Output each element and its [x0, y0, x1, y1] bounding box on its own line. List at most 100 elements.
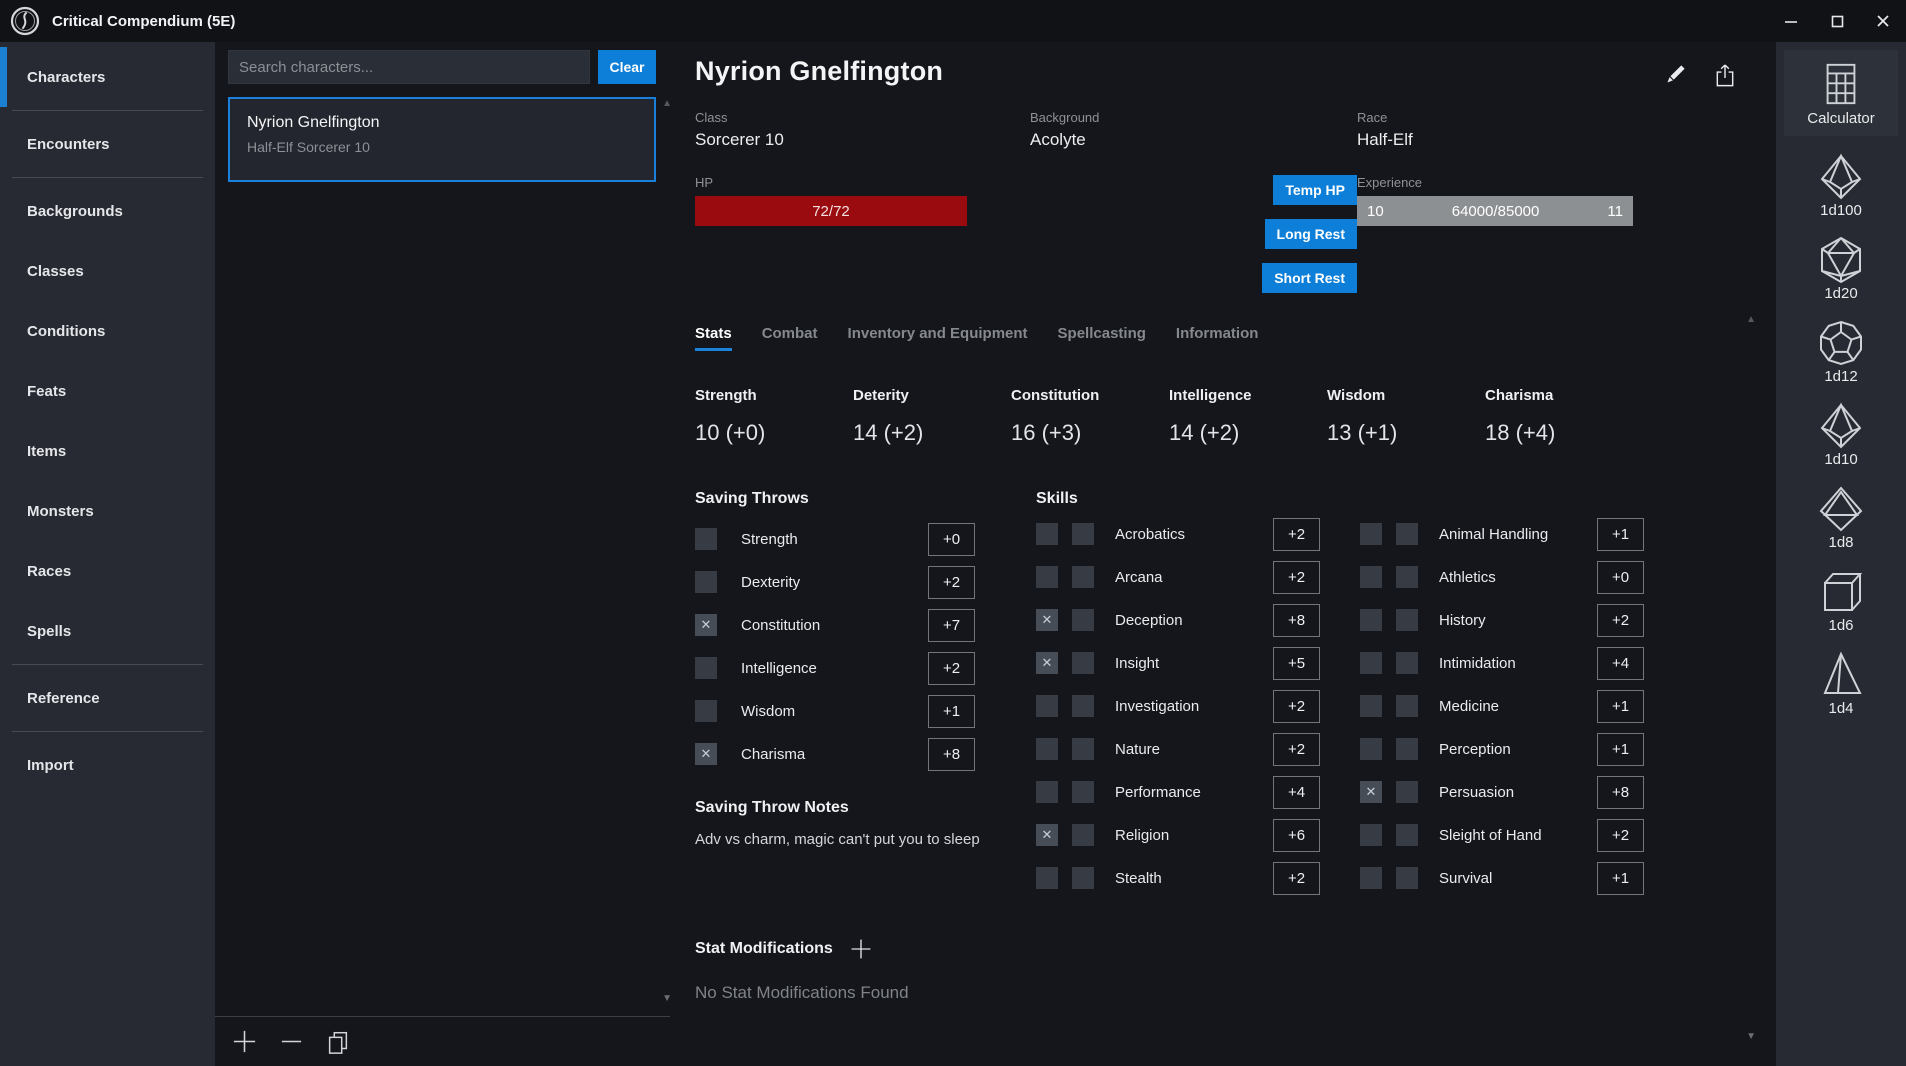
clear-search-button[interactable]: Clear	[598, 50, 656, 84]
roll-1d12-button[interactable]: 1d12	[1817, 319, 1865, 385]
skill-bonus[interactable]: +0	[1597, 561, 1644, 594]
skill-bonus[interactable]: +2	[1597, 819, 1644, 852]
skill-expertise-checkbox[interactable]	[1396, 738, 1418, 760]
skill-prof-checkbox[interactable]	[1360, 824, 1382, 846]
tab-combat[interactable]: Combat	[762, 325, 818, 351]
save-bonus[interactable]: +2	[928, 566, 975, 599]
skill-expertise-checkbox[interactable]	[1072, 523, 1094, 545]
skill-bonus[interactable]: +1	[1597, 690, 1644, 723]
skill-expertise-checkbox[interactable]	[1072, 609, 1094, 631]
sidebar-item-feats[interactable]: Feats	[0, 361, 215, 421]
skill-bonus[interactable]: +2	[1273, 518, 1320, 551]
skill-expertise-checkbox[interactable]	[1072, 695, 1094, 717]
skill-bonus[interactable]: +1	[1597, 862, 1644, 895]
skill-prof-checkbox[interactable]	[1036, 738, 1058, 760]
add-character-icon[interactable]	[229, 1027, 259, 1057]
sidebar-item-items[interactable]: Items	[0, 421, 215, 481]
skill-prof-checkbox[interactable]	[1360, 738, 1382, 760]
roll-1d20-button[interactable]: 1d20	[1817, 236, 1865, 302]
save-bonus[interactable]: +1	[928, 695, 975, 728]
skill-expertise-checkbox[interactable]	[1396, 781, 1418, 803]
skill-prof-checkbox[interactable]	[1360, 781, 1382, 803]
remove-character-icon[interactable]	[276, 1027, 306, 1057]
skill-prof-checkbox[interactable]	[1036, 523, 1058, 545]
skill-bonus[interactable]: +2	[1597, 604, 1644, 637]
skill-expertise-checkbox[interactable]	[1072, 867, 1094, 889]
sidebar-item-monsters[interactable]: Monsters	[0, 481, 215, 541]
skill-expertise-checkbox[interactable]	[1396, 566, 1418, 588]
search-input[interactable]	[228, 50, 590, 84]
skill-expertise-checkbox[interactable]	[1396, 652, 1418, 674]
skill-prof-checkbox[interactable]	[1036, 652, 1058, 674]
sidebar-item-backgrounds[interactable]: Backgrounds	[0, 181, 215, 241]
skill-prof-checkbox[interactable]	[1360, 867, 1382, 889]
hp-bar[interactable]: 72/72	[695, 196, 967, 226]
save-prof-checkbox[interactable]	[695, 614, 717, 636]
sidebar-item-spells[interactable]: Spells	[0, 601, 215, 661]
skill-bonus[interactable]: +2	[1273, 733, 1320, 766]
long-rest-button[interactable]: Long Rest	[1265, 219, 1357, 249]
skill-bonus[interactable]: +6	[1273, 819, 1320, 852]
skill-expertise-checkbox[interactable]	[1072, 652, 1094, 674]
sidebar-item-conditions[interactable]: Conditions	[0, 301, 215, 361]
scroll-up-icon[interactable]: ▲	[1746, 314, 1756, 325]
skill-prof-checkbox[interactable]	[1036, 824, 1058, 846]
tab-spellcasting[interactable]: Spellcasting	[1058, 325, 1146, 351]
scroll-down-icon[interactable]: ▼	[1746, 1031, 1756, 1042]
duplicate-character-icon[interactable]	[323, 1027, 353, 1057]
skill-bonus[interactable]: +5	[1273, 647, 1320, 680]
skill-bonus[interactable]: +2	[1273, 690, 1320, 723]
skill-expertise-checkbox[interactable]	[1396, 867, 1418, 889]
skill-prof-checkbox[interactable]	[1360, 695, 1382, 717]
tab-stats[interactable]: Stats	[695, 325, 732, 351]
skill-expertise-checkbox[interactable]	[1072, 738, 1094, 760]
tab-inventory[interactable]: Inventory and Equipment	[848, 325, 1028, 351]
skill-expertise-checkbox[interactable]	[1072, 781, 1094, 803]
save-prof-checkbox[interactable]	[695, 571, 717, 593]
close-icon[interactable]	[1860, 0, 1906, 42]
skill-bonus[interactable]: +2	[1273, 561, 1320, 594]
sidebar-item-characters[interactable]: Characters	[0, 47, 215, 107]
minimize-icon[interactable]	[1768, 0, 1814, 42]
skill-bonus[interactable]: +1	[1597, 518, 1644, 551]
skill-bonus[interactable]: +2	[1273, 862, 1320, 895]
skill-expertise-checkbox[interactable]	[1072, 566, 1094, 588]
skill-prof-checkbox[interactable]	[1360, 523, 1382, 545]
skill-bonus[interactable]: +4	[1597, 647, 1644, 680]
save-bonus[interactable]: +2	[928, 652, 975, 685]
skill-prof-checkbox[interactable]	[1036, 781, 1058, 803]
skill-prof-checkbox[interactable]	[1036, 566, 1058, 588]
skill-expertise-checkbox[interactable]	[1072, 824, 1094, 846]
sidebar-item-classes[interactable]: Classes	[0, 241, 215, 301]
scroll-down-icon[interactable]: ▼	[662, 993, 672, 1004]
roll-1d6-button[interactable]: 1d6	[1817, 568, 1865, 634]
sidebar-item-encounters[interactable]: Encounters	[0, 114, 215, 174]
skill-prof-checkbox[interactable]	[1036, 609, 1058, 631]
scroll-up-icon[interactable]: ▲	[662, 98, 672, 109]
roll-1d100-button[interactable]: 1d100	[1817, 153, 1865, 219]
share-icon[interactable]	[1712, 62, 1738, 88]
save-bonus[interactable]: +7	[928, 609, 975, 642]
short-rest-button[interactable]: Short Rest	[1262, 263, 1357, 293]
sidebar-item-import[interactable]: Import	[0, 735, 215, 795]
save-bonus[interactable]: +0	[928, 523, 975, 556]
skill-expertise-checkbox[interactable]	[1396, 523, 1418, 545]
save-prof-checkbox[interactable]	[695, 700, 717, 722]
save-prof-checkbox[interactable]	[695, 743, 717, 765]
skill-bonus[interactable]: +4	[1273, 776, 1320, 809]
add-stat-modification-icon[interactable]	[849, 937, 873, 961]
skill-prof-checkbox[interactable]	[1036, 867, 1058, 889]
skill-prof-checkbox[interactable]	[1360, 652, 1382, 674]
skill-expertise-checkbox[interactable]	[1396, 609, 1418, 631]
tab-information[interactable]: Information	[1176, 325, 1259, 351]
character-list-item-selected[interactable]: Nyrion Gnelfington Half-Elf Sorcerer 10	[228, 97, 656, 182]
skill-expertise-checkbox[interactable]	[1396, 695, 1418, 717]
skill-bonus[interactable]: +8	[1273, 604, 1320, 637]
edit-pencil-icon[interactable]	[1662, 62, 1688, 88]
roll-1d10-button[interactable]: 1d10	[1817, 402, 1865, 468]
roll-1d4-button[interactable]: 1d4	[1817, 651, 1865, 717]
skill-prof-checkbox[interactable]	[1360, 566, 1382, 588]
roll-1d8-button[interactable]: 1d8	[1817, 485, 1865, 551]
skill-bonus[interactable]: +8	[1597, 776, 1644, 809]
sidebar-item-races[interactable]: Races	[0, 541, 215, 601]
